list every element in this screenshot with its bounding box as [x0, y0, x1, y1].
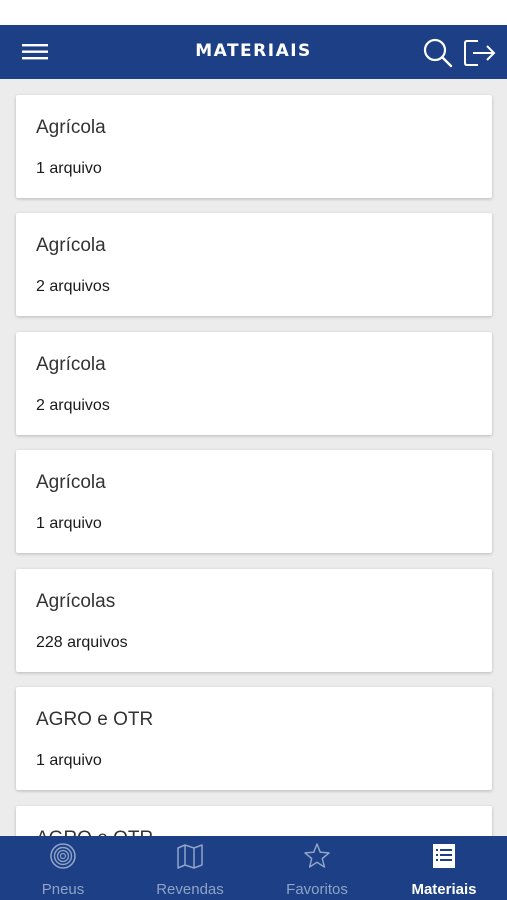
logout-icon — [464, 40, 496, 66]
list-item[interactable]: AGRO e OTR 1 arquivo — [16, 687, 492, 790]
list-item[interactable]: Agrícolas 228 arquivos — [16, 569, 492, 672]
list-item[interactable]: Agrícola 1 arquivo — [16, 450, 492, 553]
bottom-tab-bar: Pneus Revendas Favoritos Materiais — [0, 836, 507, 900]
tire-icon — [50, 843, 76, 869]
tab-favoritos[interactable]: Favoritos — [254, 836, 380, 900]
list-icon — [433, 844, 455, 868]
item-count: 1 arquivo — [36, 515, 102, 532]
tab-revendas[interactable]: Revendas — [127, 836, 253, 900]
search-icon — [423, 38, 453, 68]
search-button[interactable] — [422, 37, 454, 69]
tab-label: Favoritos — [286, 881, 348, 898]
star-icon — [304, 843, 330, 868]
tab-materiais[interactable]: Materiais — [381, 836, 507, 900]
list-item[interactable]: Agrícola 2 arquivos — [16, 332, 492, 435]
materials-list[interactable]: Agrícola 1 arquivo Agrícola 2 arquivos A… — [0, 79, 507, 836]
item-count: 2 arquivos — [36, 278, 110, 295]
item-count: 1 arquivo — [36, 160, 102, 177]
item-count: 1 arquivo — [36, 752, 102, 769]
item-count: 228 arquivos — [36, 634, 128, 651]
status-bar — [0, 0, 507, 25]
item-name: Agrícola — [36, 235, 106, 256]
item-name: Agrícola — [36, 117, 106, 138]
map-icon — [177, 844, 203, 869]
list-item[interactable]: AGRO e OTR — [16, 806, 492, 836]
tab-label: Revendas — [156, 881, 224, 898]
item-name: Agrícolas — [36, 591, 116, 612]
tab-pneus[interactable]: Pneus — [0, 836, 126, 900]
item-name: Agrícola — [36, 472, 106, 493]
tab-label: Pneus — [41, 881, 85, 898]
item-name: AGRO e OTR — [36, 828, 153, 836]
item-name: Agrícola — [36, 354, 106, 375]
list-item[interactable]: Agrícola 2 arquivos — [16, 213, 492, 316]
item-count: 2 arquivos — [36, 397, 110, 414]
app-header: MATERIAIS — [0, 25, 507, 79]
list-item[interactable]: Agrícola 1 arquivo — [16, 95, 492, 198]
tab-label: Materiais — [411, 881, 477, 898]
item-name: AGRO e OTR — [36, 709, 154, 730]
logout-button[interactable] — [462, 37, 498, 69]
